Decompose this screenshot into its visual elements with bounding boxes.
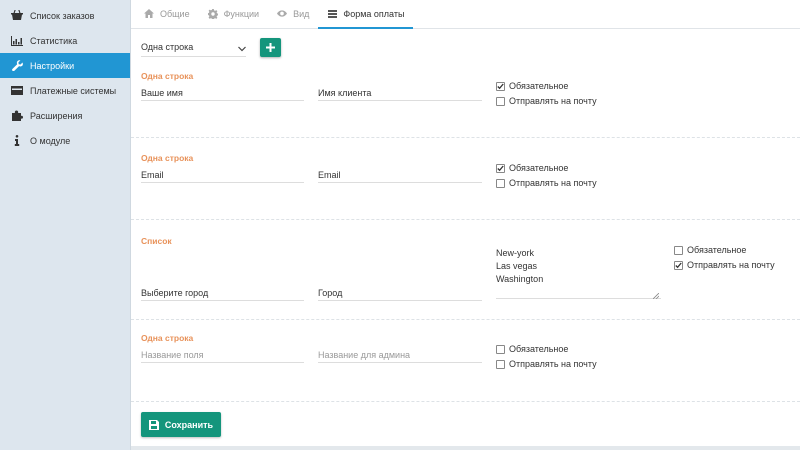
tab-payment-form[interactable]: Форма оплаты (318, 0, 414, 29)
home-icon (144, 9, 154, 19)
tab-general[interactable]: Общие (135, 0, 199, 29)
field-admin-name-input[interactable]: Email (318, 169, 482, 183)
field-title: Список (141, 236, 172, 246)
checkbox-box[interactable] (674, 260, 683, 270)
required-checkbox[interactable]: Обязательное (496, 344, 568, 354)
tab-label: Функции (223, 8, 260, 19)
tab-label: Вид (293, 8, 310, 19)
sidebar-item-label: Расширения (30, 110, 83, 121)
send-email-checkbox[interactable]: Отправлять на почту (674, 260, 775, 270)
save-button[interactable]: Сохранить (141, 412, 221, 437)
field-title: Одна строка (141, 71, 194, 81)
sidebar-item-label: Статистика (30, 35, 78, 46)
checkbox-box[interactable] (496, 96, 505, 106)
checkbox-label: Обязательное (687, 245, 747, 255)
field-block: Одна строка Название поля Название для а… (131, 330, 800, 402)
sidebar-item-label: Платежные системы (30, 85, 117, 96)
field-block: Список Выберите город Город New-york Las… (131, 230, 800, 320)
field-admin-name-input[interactable]: Город (318, 287, 482, 301)
checkbox-label: Отправлять на почту (509, 359, 597, 369)
tab-label: Форма оплаты (343, 8, 405, 19)
list-option: New-york (496, 248, 535, 258)
checkbox-label: Обязательное (509, 81, 569, 91)
tab-label: Общие (160, 8, 190, 19)
puzzle-icon (10, 110, 24, 122)
main-panel: Общие Функции Вид Форма оплаты Одна стро… (131, 0, 800, 446)
list-icon (327, 9, 337, 19)
field-name-input[interactable]: Название поля (141, 349, 304, 363)
required-checkbox[interactable]: Обязательное (496, 163, 568, 173)
field-title: Одна строка (141, 153, 194, 163)
checkbox-label: Обязательное (509, 163, 569, 173)
field-name-input[interactable]: Email (141, 169, 304, 183)
sidebar-item-extensions[interactable]: Расширения (0, 103, 130, 128)
field-title: Одна строка (141, 333, 194, 343)
field-name-input[interactable]: Ваше имя (141, 87, 304, 101)
info-icon (10, 135, 24, 147)
checkbox-box[interactable] (674, 245, 683, 255)
sidebar-item-orders[interactable]: Список заказов (0, 3, 130, 28)
sidebar-item-label: О модуле (30, 135, 71, 146)
field-type-select[interactable]: Одна строка (141, 39, 246, 57)
tab-bar: Общие Функции Вид Форма оплаты (131, 0, 800, 29)
sidebar-item-about[interactable]: О модуле (0, 128, 130, 153)
checkbox-box[interactable] (496, 163, 505, 173)
sidebar: Список заказов Статистика Настройки Плат… (0, 0, 131, 450)
checkbox-label: Отправлять на почту (509, 96, 597, 106)
checkbox-label: Отправлять на почту (687, 260, 775, 270)
required-checkbox[interactable]: Обязательное (674, 245, 746, 255)
gear-icon (207, 8, 218, 19)
field-admin-name-input[interactable]: Название для админа (318, 349, 482, 363)
send-email-checkbox[interactable]: Отправлять на почту (496, 359, 597, 369)
checkbox-box[interactable] (496, 81, 505, 91)
sidebar-item-settings[interactable]: Настройки (0, 53, 130, 78)
chevron-down-icon (238, 44, 246, 52)
field-toolbar: Одна строка (141, 38, 281, 57)
field-block: Одна строка Ваше имя Имя клиента Обязате… (131, 67, 800, 138)
sidebar-item-label: Список заказов (30, 10, 95, 21)
credit-card-icon (10, 85, 24, 97)
add-field-button[interactable] (260, 38, 281, 57)
tab-view[interactable]: Вид (268, 0, 318, 29)
plus-icon (266, 43, 275, 52)
wrench-icon (10, 60, 24, 72)
field-type-value: Одна строка (141, 42, 194, 52)
send-email-checkbox[interactable]: Отправлять на почту (496, 178, 597, 188)
list-option: Las vegas (496, 261, 538, 271)
basket-icon (10, 10, 24, 22)
send-email-checkbox[interactable]: Отправлять на почту (496, 96, 597, 106)
bar-chart-icon (10, 35, 24, 47)
resize-handle-icon[interactable] (652, 290, 660, 300)
sidebar-item-statistics[interactable]: Статистика (0, 28, 130, 53)
field-name-input[interactable]: Выберите город (141, 287, 304, 301)
checkbox-label: Отправлять на почту (509, 178, 597, 188)
field-block: Одна строка Email Email Обязательное Отп… (131, 148, 800, 220)
save-button-label: Сохранить (164, 419, 214, 430)
tab-functions[interactable]: Функции (199, 0, 268, 29)
list-options-textarea[interactable]: New-york Las vegas Washington (496, 247, 661, 300)
checkbox-label: Обязательное (509, 344, 569, 354)
floppy-icon (148, 419, 159, 430)
checkbox-box[interactable] (496, 178, 505, 188)
sidebar-item-label: Настройки (30, 60, 75, 71)
required-checkbox[interactable]: Обязательное (496, 81, 568, 91)
field-admin-name-input[interactable]: Имя клиента (318, 87, 482, 101)
checkbox-box[interactable] (496, 344, 505, 354)
sidebar-item-payment-systems[interactable]: Платежные системы (0, 78, 130, 103)
eye-icon (277, 9, 288, 19)
list-option: Washington (496, 274, 544, 284)
checkbox-box[interactable] (496, 359, 505, 369)
